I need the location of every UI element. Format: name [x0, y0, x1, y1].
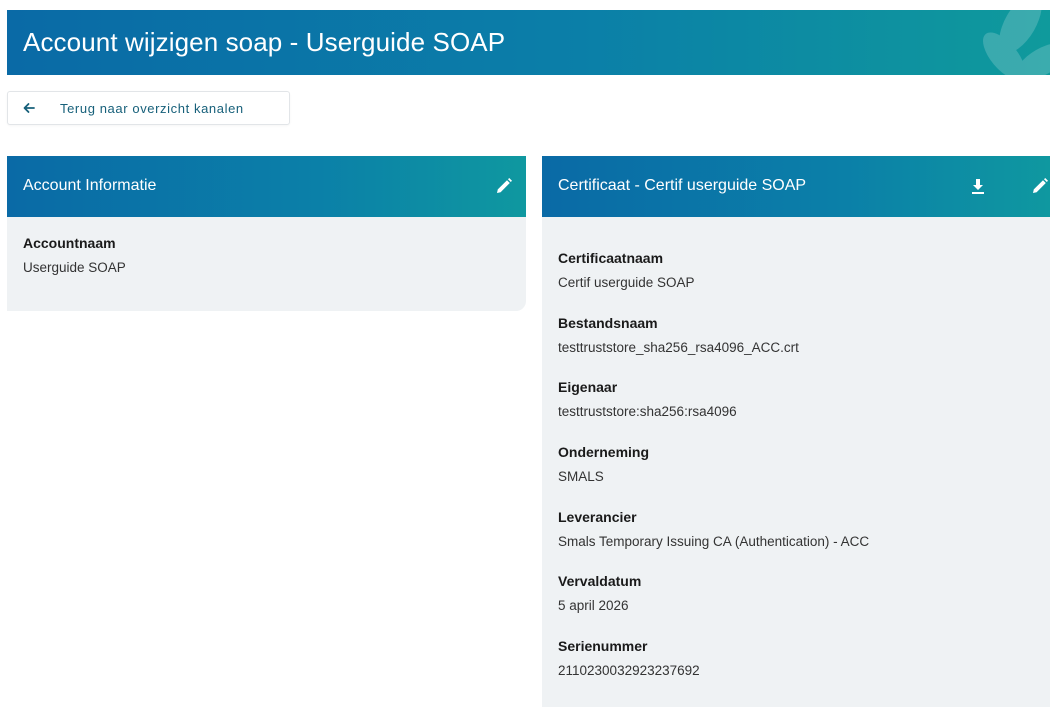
account-info-card: Account Informatie Accountnaam Userguide…	[7, 156, 526, 311]
field-value: Smals Temporary Issuing CA (Authenticati…	[558, 533, 870, 549]
field-value: Userguide SOAP	[23, 260, 126, 275]
download-icon	[972, 179, 984, 194]
field-label: Serienummer	[558, 638, 648, 655]
certificate-card-title: Certificaat - Certif userguide SOAP	[558, 177, 807, 194]
field-label: Vervaldatum	[558, 573, 642, 590]
pencil-icon	[1033, 178, 1048, 193]
account-card-title: Account Informatie	[23, 177, 157, 194]
field-label: Eigenaar	[558, 379, 618, 396]
field-value: 2110230032923237692	[558, 663, 700, 679]
field-onderneming: Onderneming SMALS	[558, 444, 1034, 509]
field-value: Certif userguide SOAP	[558, 275, 695, 290]
account-card-body: Accountnaam Userguide SOAP	[7, 217, 526, 275]
field-leverancier: Leverancier Smals Temporary Issuing CA (…	[558, 509, 1034, 574]
field-label: Accountnaam	[23, 235, 116, 251]
field-bestandsnaam: Bestandsnaam testtruststore_sha256_rsa40…	[558, 315, 1034, 380]
account-card-header: Account Informatie	[7, 156, 526, 217]
page-header: Account wijzigen soap - Userguide SOAP	[7, 10, 1050, 75]
edit-account-button[interactable]	[493, 175, 515, 197]
field-value: testtruststore:sha256:rsa4096	[558, 404, 737, 420]
back-to-channels-button[interactable]: Terug naar overzicht kanalen	[7, 91, 290, 125]
certificate-card-header: Certificaat - Certif userguide SOAP	[542, 156, 1050, 217]
field-accountnaam: Accountnaam Userguide SOAP	[23, 235, 510, 275]
back-button-label: Terug naar overzicht kanalen	[60, 100, 244, 116]
field-value: SMALS	[558, 469, 604, 485]
certificate-card-body: Certificaatnaam Certif userguide SOAP Be…	[542, 217, 1050, 703]
download-certificate-button[interactable]	[967, 175, 989, 197]
certificate-card: Certificaat - Certif userguide SOAP Cert…	[542, 156, 1050, 707]
field-value: 5 april 2026	[558, 598, 629, 614]
field-vervaldatum: Vervaldatum 5 april 2026	[558, 573, 1034, 638]
field-certificaatnaam: Certificaatnaam Certif userguide SOAP	[558, 250, 1034, 315]
field-label: Onderneming	[558, 444, 650, 461]
field-label: Bestandsnaam	[558, 314, 658, 331]
field-value: testtruststore_sha256_rsa4096_ACC.crt	[558, 339, 799, 355]
edit-certificate-button[interactable]	[1029, 175, 1050, 197]
arrow-left-icon	[23, 103, 35, 113]
field-label: Leverancier	[558, 508, 637, 525]
field-eigenaar: Eigenaar testtruststore:sha256:rsa4096	[558, 379, 1034, 444]
page-title: Account wijzigen soap - Userguide SOAP	[23, 27, 506, 57]
field-label: Certificaatnaam	[558, 250, 664, 266]
pencil-icon	[497, 178, 512, 193]
leaf-decoration-icon	[983, 10, 1050, 75]
field-serienummer: Serienummer 2110230032923237692	[558, 638, 1034, 703]
